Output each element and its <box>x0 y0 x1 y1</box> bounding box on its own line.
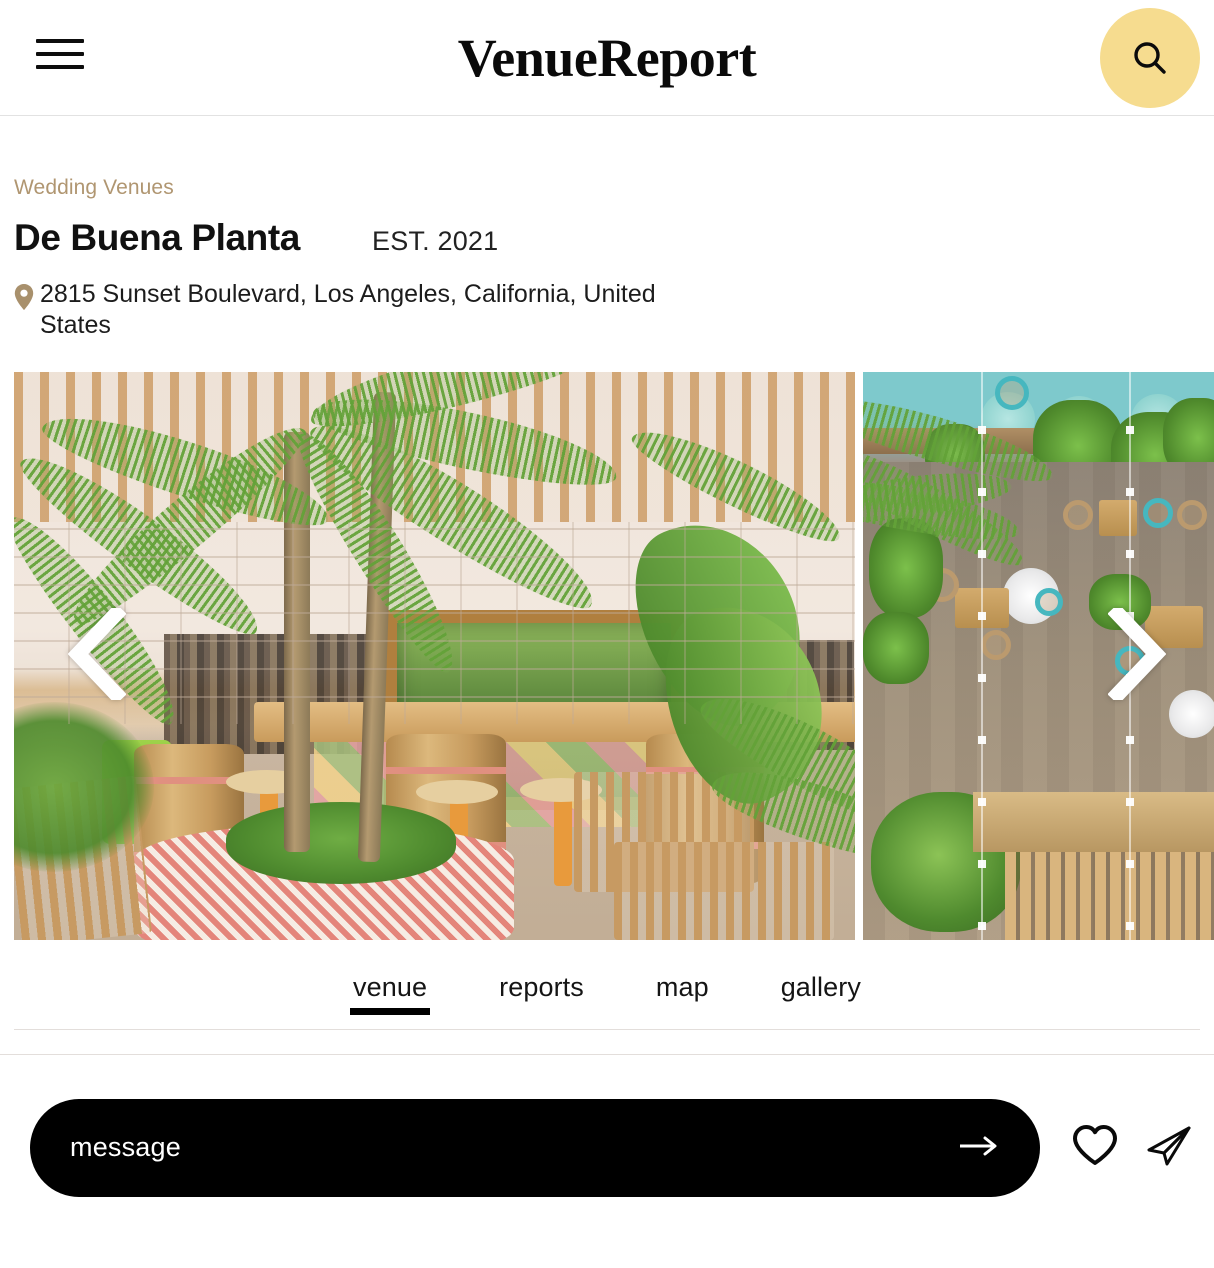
search-icon <box>1130 38 1170 78</box>
page-title: De Buena Planta <box>14 217 300 258</box>
venue-title-row: De Buena Planta EST. 2021 <box>14 217 1200 259</box>
venue-address: 2815 Sunset Boulevard, Los Angeles, Cali… <box>40 280 656 340</box>
chevron-right-icon <box>1107 603 1167 705</box>
venue-tabs: venue reports map gallery <box>0 972 1214 1055</box>
venue-photo-bar <box>14 371 855 940</box>
arrow-right-icon <box>958 1134 1000 1161</box>
paper-plane-icon <box>1145 1124 1193 1171</box>
carousel-next-button[interactable] <box>1102 603 1172 705</box>
chevron-left-icon <box>67 603 127 705</box>
site-header: VenueReport <box>0 0 1214 116</box>
tab-venue[interactable]: venue <box>350 972 431 1015</box>
tab-gallery[interactable]: gallery <box>781 972 861 1015</box>
tab-reports[interactable]: reports <box>499 972 584 1015</box>
carousel-slide-next[interactable] <box>863 371 1214 940</box>
breadcrumb[interactable]: Wedding Venues <box>14 176 174 200</box>
share-button[interactable] <box>1138 1113 1200 1183</box>
established-year: EST. 2021 <box>371 226 499 256</box>
map-pin-icon <box>14 284 34 315</box>
carousel-slide-main[interactable] <box>14 371 855 940</box>
carousel-prev-button[interactable] <box>62 603 132 705</box>
heart-outline-icon <box>1072 1124 1118 1171</box>
tab-list: venue reports map gallery <box>0 972 1214 1015</box>
favorite-button[interactable] <box>1064 1113 1126 1183</box>
tabs-divider-inset <box>14 1028 1200 1030</box>
brand-logo[interactable]: VenueReport <box>0 31 1214 85</box>
image-carousel <box>14 371 1214 940</box>
search-button[interactable] <box>1100 8 1200 108</box>
tab-map[interactable]: map <box>656 972 709 1015</box>
tabs-divider-full <box>0 1053 1214 1055</box>
venue-action-bar: message <box>30 1098 1200 1197</box>
message-button[interactable]: message <box>30 1098 1040 1197</box>
message-button-label: message <box>70 1132 181 1162</box>
venue-info: Wedding Venues De Buena Planta EST. 2021… <box>0 176 1214 342</box>
venue-address-row: 2815 Sunset Boulevard, Los Angeles, Cali… <box>14 279 714 342</box>
